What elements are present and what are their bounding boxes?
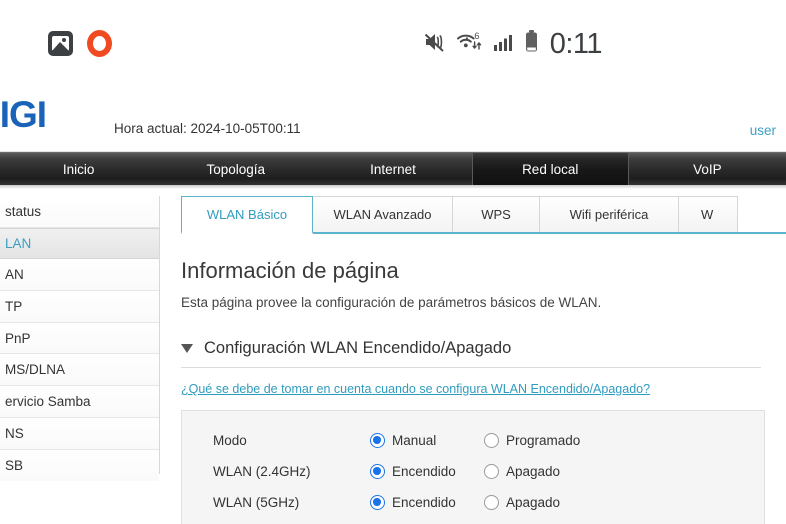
router-header: DIGI Hora actual: 2024-10-05T00:11 user [0,90,786,152]
wifi-6-icon: 6 [456,30,484,59]
help-link[interactable]: ¿Qué se debe de tomar en cuenta cuando s… [181,382,786,396]
radio-option[interactable]: Apagado [484,495,560,510]
nav-item-topología[interactable]: Topología [157,153,314,185]
form-row: Modo Manual Programado [182,425,764,456]
radio-selected-icon[interactable] [370,433,385,448]
opera-icon [87,30,112,57]
current-time-label: Hora actual: 2024-10-05T00:11 [114,121,301,136]
android-status-bar: 6 0:11 [0,0,786,90]
sidebar-item-lan[interactable]: LAN [0,227,159,260]
nav-item-inicio[interactable]: Inicio [0,153,157,185]
tab-wlan-b-sico[interactable]: WLAN Básico [181,196,313,234]
radio-group: Encendido Apagado [370,464,578,479]
page-body: status LAN AN TP PnP MS/DLNA ervicio Samba NS SB… [0,185,786,524]
status-bar-notification-icons [48,30,112,57]
form-label: WLAN (5GHz) [213,495,300,510]
sidebar-item-ns[interactable]: NS [0,417,159,450]
content-pane: WLAN Básico WLAN Avanzado WPS Wifi periféri… [181,196,786,524]
radio-unselected-icon[interactable] [484,495,499,510]
sidebar-item-tp[interactable]: TP [0,291,159,323]
radio-option[interactable]: Encendido [370,464,466,479]
sidebar-item-ervicio-samba[interactable]: ervicio Samba [0,386,159,418]
nav-item-voip[interactable]: VoIP [629,153,786,185]
radio-unselected-icon[interactable] [484,433,499,448]
radio-unselected-icon[interactable] [484,464,499,479]
sidebar-item-pnp[interactable]: PnP [0,322,159,355]
cellular-signal-icon [493,30,515,59]
radio-group: Encendido Apagado [370,495,578,510]
sidebar-item-status[interactable]: status [0,196,159,228]
tab-wifi-perif-rica[interactable]: Wifi periférica [539,196,679,232]
radio-option[interactable]: Manual [370,433,466,448]
radio-label: Programado [506,433,581,448]
tab-wlan-avanzado[interactable]: WLAN Avanzado [312,196,453,232]
page-title: Información de página [181,258,399,283]
radio-label: Apagado [506,464,561,479]
gallery-icon [48,31,73,56]
section-header[interactable]: Configuración WLAN Encendido/Apagado [181,339,761,368]
user-account-link[interactable]: user [750,123,776,138]
section-title: Configuración WLAN Encendido/Apagado [204,339,512,357]
sidebar-item-sb[interactable]: SB [0,449,159,482]
radio-label: Manual [392,433,437,448]
form-row: WLAN (5GHz) Encendido Apagado [182,487,764,518]
digi-logo: DIGI [0,94,47,135]
status-bar-system-icons: 6 0:11 [423,28,603,61]
radio-label: Encendido [392,464,456,479]
mute-vibrate-icon [423,30,447,59]
status-bar-clock: 0:11 [549,28,603,60]
sidebar-item-an[interactable]: AN [0,259,159,292]
page-description: Esta página provee la configuración de p… [181,295,602,310]
sidebar-item-ms-dlna[interactable]: MS/DLNA [0,354,159,387]
radio-option[interactable]: Encendido [370,495,466,510]
radio-option[interactable]: Programado [484,433,580,448]
wlan-subtabs: WLAN Básico WLAN Avanzado WPS Wifi periféri… [181,196,786,234]
radio-label: Apagado [506,495,561,510]
tab-wps[interactable]: WPS [452,196,540,232]
tab-w[interactable]: W [678,196,738,232]
radio-selected-icon[interactable] [370,464,385,479]
battery-icon [524,29,539,60]
form-row: WLAN (2.4GHz) Encendido Apagado [182,456,764,487]
wlan-onoff-form: Modo Manual Programado WLAN (2.4GHz) Encendi… [181,410,765,524]
nav-item-internet[interactable]: Internet [314,153,471,185]
form-label: WLAN (2.4GHz) [213,464,311,479]
radio-group: Manual Programado [370,433,598,448]
sidebar-menu: status LAN AN TP PnP MS/DLNA ervicio Samba NS SB [0,196,160,482]
form-label: Modo [213,433,247,448]
chevron-down-icon[interactable] [181,344,193,353]
main-navigation: Inicio Topología Internet Red local VoIP [0,152,786,189]
svg-text:6: 6 [474,31,479,41]
radio-label: Encendido [392,495,456,510]
radio-selected-icon[interactable] [370,495,385,510]
nav-item-red-local[interactable]: Red local [471,153,629,185]
radio-option[interactable]: Apagado [484,464,560,479]
